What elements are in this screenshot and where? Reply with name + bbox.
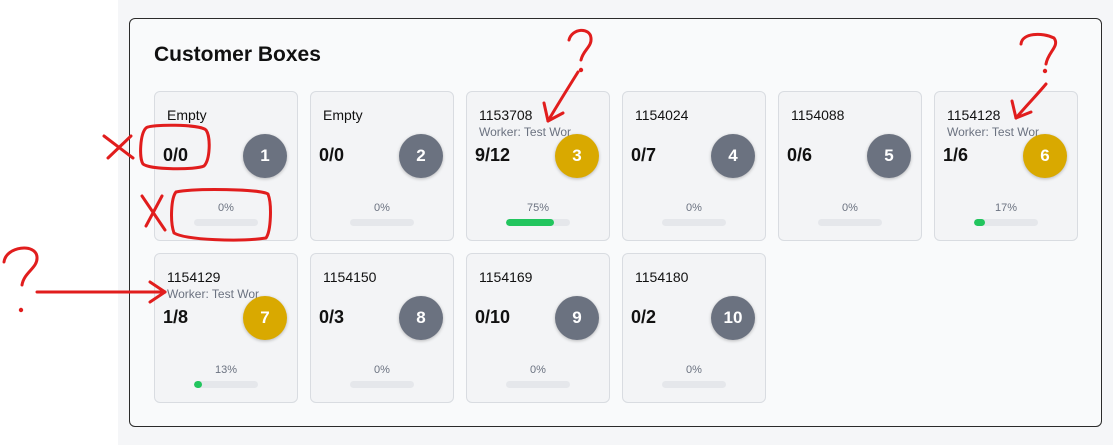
box-grid: Empty 0/0 1 0% Empty 0/0 2 0% 1153708 Worker: Tes… (154, 91, 1078, 403)
customer-boxes-panel: Customer Boxes Empty 0/0 1 0% Empty 0/0 2 0% 115… (129, 18, 1102, 427)
box-number-badge[interactable]: 6 (1023, 134, 1067, 178)
box-name: 1154088 (791, 107, 845, 123)
progress-percent: 0% (374, 202, 390, 214)
progress-percent: 0% (686, 202, 702, 214)
item-count: 0/10 (475, 307, 511, 327)
customer-box[interactable]: 1154129 Worker: Test Wor 1/8 7 13% (154, 253, 298, 403)
progress-fill (506, 219, 554, 226)
progress-bar (662, 381, 726, 388)
customer-box[interactable]: Empty 0/0 1 0% (154, 91, 298, 241)
box-number-badge[interactable]: 5 (867, 134, 911, 178)
item-count: 0/7 (631, 145, 657, 165)
box-number-badge[interactable]: 7 (243, 296, 287, 340)
progress-percent: 0% (374, 364, 390, 376)
progress-percent: 0% (686, 364, 702, 376)
box-name: 1154150 (323, 269, 377, 285)
box-name: Empty (167, 107, 207, 123)
progress-bar (506, 219, 570, 226)
item-count: 0/6 (787, 145, 813, 165)
box-name: 1154024 (635, 107, 689, 123)
item-count: 0/3 (319, 307, 345, 327)
customer-box[interactable]: 1153708 Worker: Test Wor 9/12 3 75% (466, 91, 610, 241)
panel-title: Customer Boxes (154, 43, 321, 66)
box-number-badge[interactable]: 9 (555, 296, 599, 340)
customer-box[interactable]: 1154169 0/10 9 0% (466, 253, 610, 403)
customer-box[interactable]: 1154150 0/3 8 0% (310, 253, 454, 403)
progress-percent: 0% (842, 202, 858, 214)
item-count: 1/6 (943, 145, 969, 165)
item-count: 1/8 (163, 307, 189, 327)
box-number-badge[interactable]: 1 (243, 134, 287, 178)
box-number-badge[interactable]: 2 (399, 134, 443, 178)
box-name: 1154129 (167, 269, 221, 285)
box-number-badge[interactable]: 3 (555, 134, 599, 178)
box-number-badge[interactable]: 4 (711, 134, 755, 178)
item-count: 9/12 (475, 145, 511, 165)
progress-fill (974, 219, 985, 226)
box-number-badge[interactable]: 8 (399, 296, 443, 340)
customer-box[interactable]: 1154180 0/2 10 0% (622, 253, 766, 403)
progress-bar (506, 381, 570, 388)
progress-percent: 13% (214, 364, 238, 376)
box-name: 1154128 (947, 107, 1001, 123)
box-name: Empty (323, 107, 363, 123)
progress-percent: 0% (218, 202, 234, 214)
box-number-badge[interactable]: 10 (711, 296, 755, 340)
customer-box[interactable]: 1154088 0/6 5 0% (778, 91, 922, 241)
box-name: 1154169 (479, 269, 533, 285)
progress-bar (818, 219, 882, 226)
progress-bar (350, 219, 414, 226)
progress-percent: 17% (994, 202, 1018, 214)
item-count: 0/2 (631, 307, 657, 327)
customer-box[interactable]: 1154128 Worker: Test Wor 1/6 6 17% (934, 91, 1078, 241)
item-count: 0/0 (319, 145, 345, 165)
progress-percent: 0% (530, 364, 546, 376)
box-name: 1154180 (635, 269, 689, 285)
box-name: 1153708 (479, 107, 533, 123)
progress-bar (350, 381, 414, 388)
progress-percent: 75% (526, 202, 550, 214)
customer-box[interactable]: 1154024 0/7 4 0% (622, 91, 766, 241)
progress-bar (194, 381, 258, 388)
progress-bar (662, 219, 726, 226)
progress-bar (974, 219, 1038, 226)
customer-box[interactable]: Empty 0/0 2 0% (310, 91, 454, 241)
progress-bar (194, 219, 258, 226)
progress-fill (194, 381, 203, 388)
item-count: 0/0 (163, 145, 189, 165)
